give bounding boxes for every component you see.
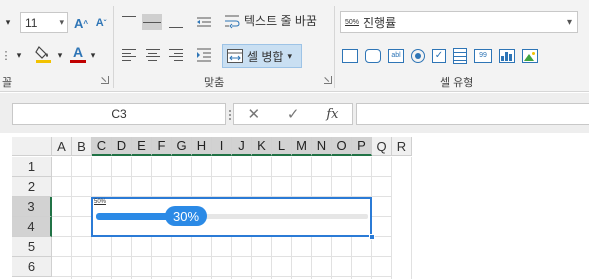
font-color-dropdown-chevron[interactable]: ▾: [88, 46, 98, 64]
column-header-i[interactable]: I: [212, 137, 232, 156]
group-label-alignment: 맞춤: [204, 77, 225, 89]
merge-cells-label: 셀 병합: [247, 49, 284, 64]
row-header-5[interactable]: 5: [12, 237, 52, 257]
align-middle-icon[interactable]: [142, 14, 162, 30]
column-header-a[interactable]: A: [52, 137, 72, 156]
radio-button-style-icon[interactable]: [411, 49, 425, 63]
merge-cells-button[interactable]: 셀 병합 ▾: [222, 44, 302, 68]
column-header-j[interactable]: J: [232, 137, 252, 156]
rectangle-style-icon[interactable]: [342, 49, 358, 63]
align-bottom-icon[interactable]: [168, 14, 184, 30]
gridline-horizontal: [52, 276, 392, 277]
column-header-e[interactable]: E: [132, 137, 152, 156]
progress-label: 30%: [165, 206, 207, 226]
cell-style-combobox[interactable]: 50% 진행률 ▾: [340, 11, 578, 33]
row-header-6[interactable]: 6: [12, 257, 52, 277]
progress-cell-icon: 50%: [94, 199, 106, 205]
borders-icon[interactable]: ⋮: [0, 46, 12, 64]
select-all-button[interactable]: [12, 137, 52, 156]
column-header-n[interactable]: N: [312, 137, 332, 156]
progress-style-icon: 50%: [345, 18, 360, 26]
font-size-value: 11: [25, 15, 38, 30]
column-header-r[interactable]: R: [392, 137, 412, 156]
group-label-font: 꼴: [2, 77, 13, 89]
numeric-style-icon[interactable]: 99: [474, 49, 492, 63]
column-header-g[interactable]: G: [172, 137, 192, 156]
indent-icon[interactable]: [196, 47, 212, 63]
gridline-vertical: [411, 157, 412, 279]
alignment-dialog-launcher-icon[interactable]: [324, 76, 332, 84]
gridline-horizontal: [52, 176, 392, 177]
wrap-text-label: 텍스트 줄 바꿈: [244, 14, 317, 28]
text-box-style-icon[interactable]: abl: [388, 49, 404, 63]
group-separator: [113, 6, 114, 88]
column-header-c[interactable]: C: [92, 137, 112, 156]
enter-icon[interactable]: ✓: [287, 105, 300, 123]
group-label-cell-style: 셀 유형: [440, 77, 474, 89]
chevron-down-icon: ▾: [59, 17, 64, 27]
column-header-h[interactable]: H: [192, 137, 212, 156]
align-left-icon[interactable]: [121, 47, 137, 63]
row-header-2[interactable]: 2: [12, 177, 52, 197]
wrap-text-icon: [225, 15, 240, 28]
column-header-f[interactable]: F: [152, 137, 172, 156]
cell-style-value: 진행률: [363, 15, 397, 30]
rounded-rectangle-style-icon[interactable]: [365, 49, 381, 63]
wrap-text-button[interactable]: 텍스트 줄 바꿈: [224, 12, 317, 29]
insert-function-icon[interactable]: fx: [326, 107, 338, 122]
font-color-icon[interactable]: A: [70, 44, 86, 64]
worksheet-grid[interactable]: A B C D E F G H I J K L M N O P Q R 1 2 3 4 5 6 50% 30%: [0, 136, 589, 279]
drag-handle-icon[interactable]: [229, 110, 231, 120]
formula-buttons: ✕ ✓ fx: [233, 103, 353, 125]
column-header-k[interactable]: K: [252, 137, 272, 156]
align-right-icon[interactable]: [168, 47, 184, 63]
column-header-o[interactable]: O: [332, 137, 352, 156]
chart-style-icon[interactable]: [499, 49, 515, 63]
font-name-dropdown-chevron[interactable]: ▾: [2, 12, 14, 33]
name-box[interactable]: C3: [12, 103, 226, 125]
increase-font-size-button[interactable]: A ^: [72, 13, 90, 33]
borders-dropdown-chevron[interactable]: ▾: [14, 46, 24, 64]
align-center-icon[interactable]: [145, 47, 161, 63]
list-box-style-icon[interactable]: [453, 48, 467, 64]
chevron-down-icon: ▾: [566, 16, 572, 28]
chevron-down-icon: ▾: [287, 50, 292, 61]
column-header-q[interactable]: Q: [372, 137, 392, 156]
fill-handle[interactable]: [369, 234, 375, 240]
column-header-b[interactable]: B: [72, 137, 92, 156]
row-header-3[interactable]: 3: [12, 197, 52, 217]
fill-color-icon[interactable]: [35, 44, 53, 64]
column-header-p[interactable]: P: [352, 137, 372, 156]
column-header-m[interactable]: M: [292, 137, 312, 156]
cell-style-gallery: abl ✓ 99: [342, 48, 538, 64]
image-style-icon[interactable]: [522, 49, 538, 63]
merge-cells-icon: [227, 49, 243, 63]
align-top-icon[interactable]: [121, 14, 137, 30]
column-header-d[interactable]: D: [112, 137, 132, 156]
checkbox-style-icon[interactable]: ✓: [432, 49, 446, 63]
row-header-1[interactable]: 1: [12, 157, 52, 177]
formula-input[interactable]: [356, 103, 589, 125]
column-header-l[interactable]: L: [272, 137, 292, 156]
orientation-icon[interactable]: [196, 14, 212, 30]
row-header-4[interactable]: 4: [12, 217, 52, 237]
group-separator: [334, 6, 335, 88]
formula-bar: C3 ✕ ✓ fx: [0, 93, 589, 133]
font-size-combobox[interactable]: 11 ▾: [20, 12, 68, 33]
font-dialog-launcher-icon[interactable]: [101, 76, 109, 84]
cancel-icon[interactable]: ✕: [247, 105, 260, 123]
ribbon: ▾ 11 ▾ A ^ Aˇ ⋮ ▾ ▾ A ▾ 꼴 텍스트 줄 바꿈 셀 병합 …: [0, 0, 589, 92]
gridline-horizontal: [52, 256, 392, 257]
progress-cell-icon-text: 50%: [94, 199, 107, 205]
decrease-font-size-button[interactable]: Aˇ: [92, 13, 110, 33]
fill-color-dropdown-chevron[interactable]: ▾: [55, 46, 65, 64]
